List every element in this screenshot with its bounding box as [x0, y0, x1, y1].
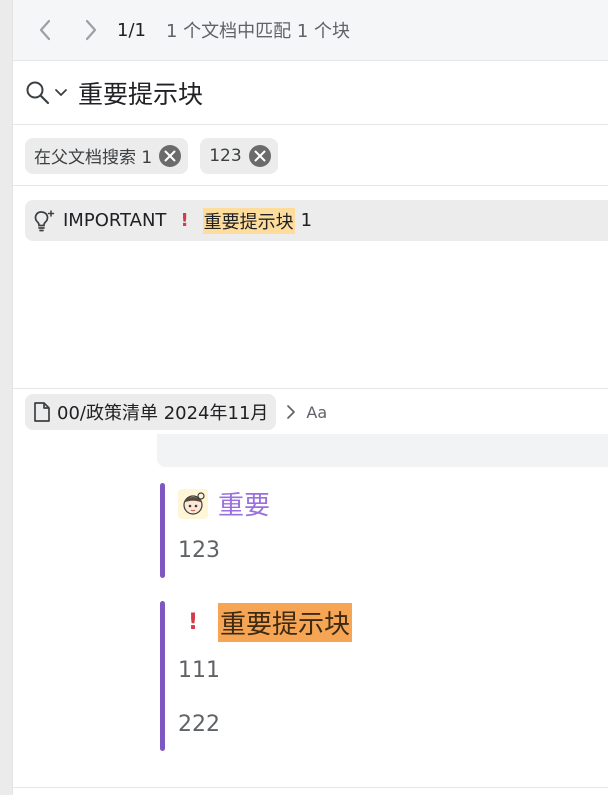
callout-accent-bar: [160, 601, 165, 751]
search-method-dropdown[interactable]: [25, 80, 68, 106]
exclamation-icon: !: [187, 610, 199, 635]
callout-body-text: 123: [178, 538, 220, 563]
search-input[interactable]: [78, 78, 558, 108]
previous-result-button[interactable]: [29, 14, 61, 46]
chevron-right-icon: [286, 404, 296, 420]
callout-accent-bar: [160, 483, 165, 578]
callout-title-row: ! 重要提示块: [178, 603, 353, 642]
preview-header: 00/政策清单 2024年11月 Aa: [13, 388, 608, 435]
filter-chip-label: 在父文档搜索 1: [34, 148, 153, 168]
filter-row: 在父文档搜索 1 123: [13, 126, 608, 186]
callout-title-row: 重要: [178, 485, 270, 522]
callout-title-highlighted: 重要提示块: [218, 603, 353, 642]
callout-title: 重要: [218, 491, 271, 521]
lightbulb-icon: [33, 209, 55, 233]
filter-chip-block: 123: [200, 137, 278, 174]
empty-block: [157, 434, 608, 467]
search-row: [13, 62, 608, 125]
callout-body-text: 111: [178, 658, 220, 683]
search-toolbar: 1/1 1 个文档中匹配 1 个块: [13, 0, 608, 61]
result-type-label: IMPORTANT: [63, 210, 167, 231]
chevron-left-icon: [39, 19, 51, 41]
result-matched-text: 重要提示块: [202, 207, 295, 234]
document-icon: [34, 402, 50, 422]
search-panel: 1/1 1 个文档中匹配 1 个块 在父文档搜索 1 123: [12, 0, 608, 795]
remove-filter-button[interactable]: [158, 144, 182, 168]
match-summary: 1 个文档中匹配 1 个块: [165, 21, 351, 42]
search-icon: [26, 81, 50, 105]
anime-girl-emoji-icon: [178, 488, 208, 519]
document-breadcrumb[interactable]: 00/政策清单 2024年11月: [25, 394, 277, 430]
filter-chip-parent-doc: 在父文档搜索 1: [25, 137, 189, 174]
text-style-button[interactable]: Aa: [306, 403, 327, 422]
close-circle-icon: [159, 144, 182, 167]
chevron-right-icon: [85, 19, 97, 41]
page-counter: 1/1: [117, 19, 146, 41]
filter-chip-label: 123: [209, 145, 242, 166]
divider: [13, 787, 608, 788]
exclamation-icon: !: [180, 210, 189, 231]
remove-filter-button[interactable]: [248, 144, 272, 168]
search-result-item[interactable]: IMPORTANT ! 重要提示块 1: [25, 200, 608, 241]
chevron-down-icon: [55, 89, 67, 96]
next-result-button[interactable]: [75, 14, 107, 46]
result-count: 1: [300, 210, 313, 231]
callout-body-text: 222: [178, 712, 220, 737]
document-title: 00/政策清单 2024年11月: [57, 403, 269, 424]
close-circle-icon: [248, 144, 271, 167]
